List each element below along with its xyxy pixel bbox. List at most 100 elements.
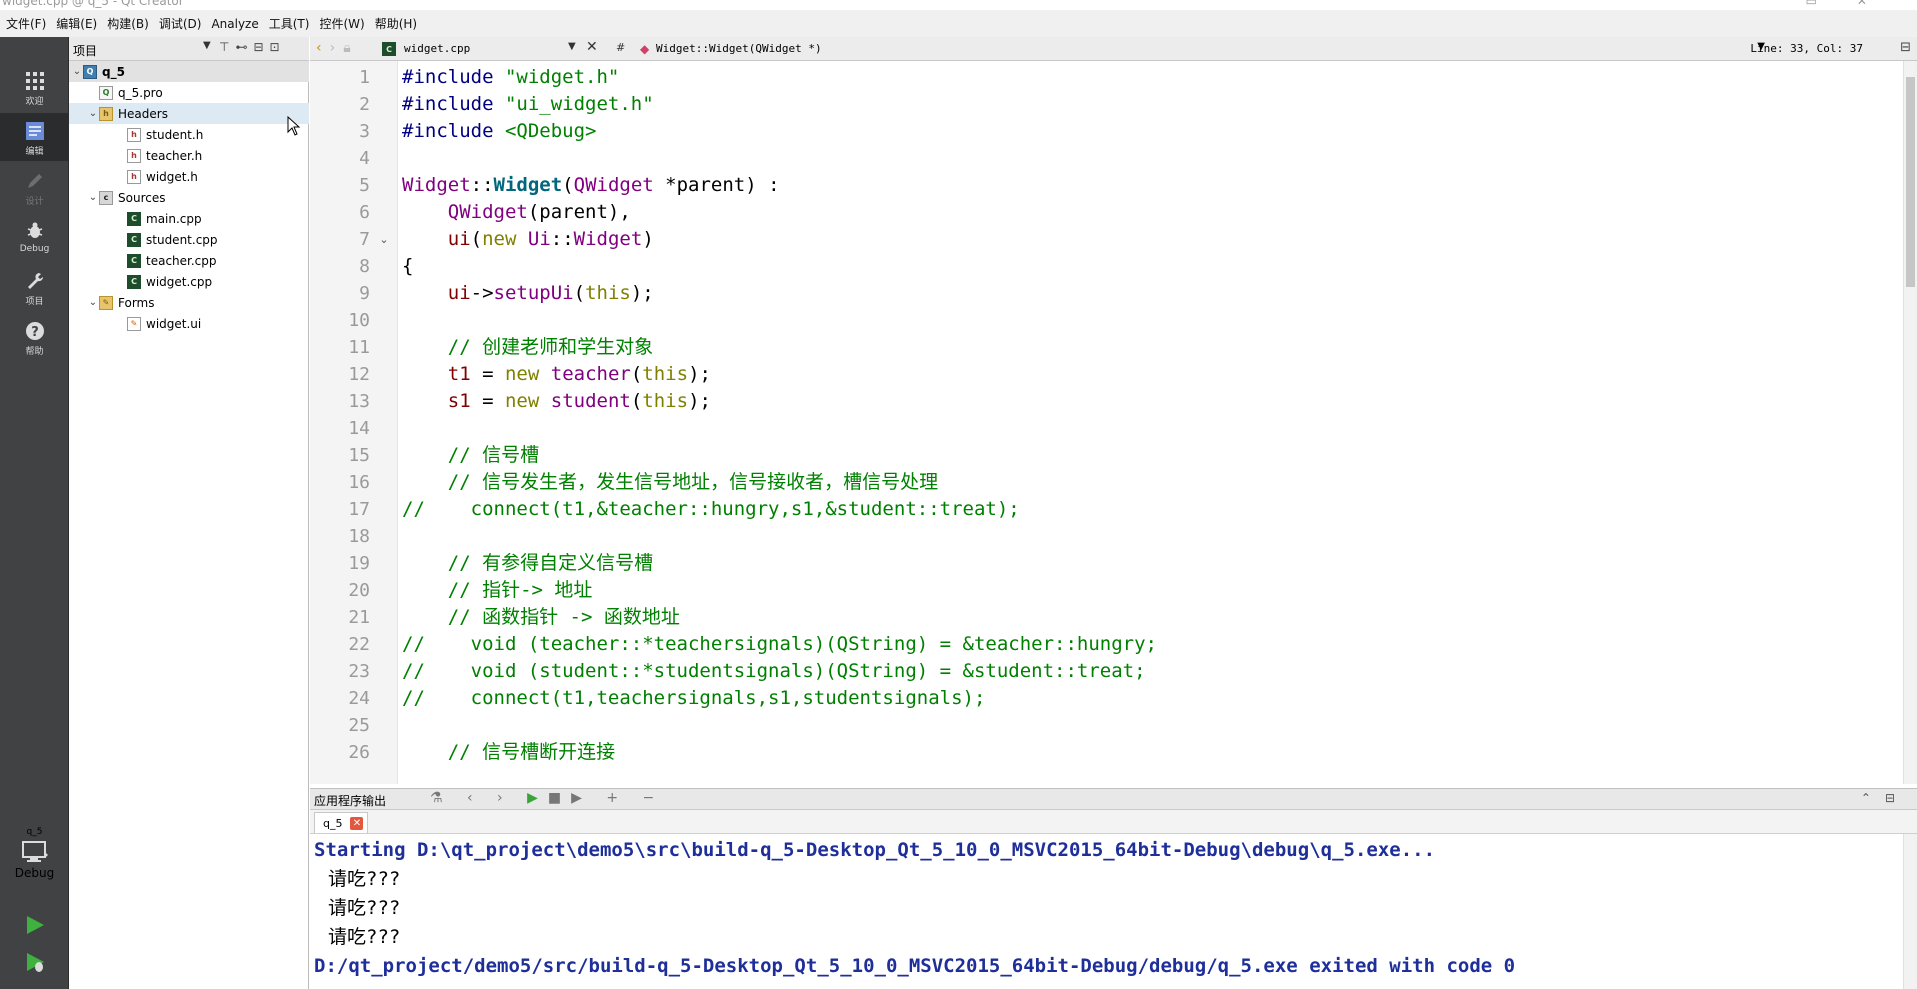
chevron-down-icon[interactable]: ⌄ xyxy=(87,192,99,203)
scrollbar-thumb[interactable] xyxy=(1906,77,1915,287)
mode-welcome[interactable]: 欢迎 xyxy=(0,63,69,111)
folder-icon: h xyxy=(99,106,113,121)
nav-back-forward-icons[interactable]: ‹›🔒︎ xyxy=(316,40,359,56)
chevron-down-icon[interactable]: ⌄ xyxy=(87,108,99,119)
kit-build-label: Debug xyxy=(14,866,55,880)
grid-icon xyxy=(22,69,48,93)
wrench-icon xyxy=(22,269,48,293)
mouse-cursor-icon xyxy=(287,115,301,139)
symbol-hash[interactable]: # xyxy=(616,41,625,54)
menu-build[interactable]: 构建(B) xyxy=(105,15,157,32)
menu-bar: 文件(F) 编辑(E) 构建(B) 调试(D) Analyze 工具(T) 控件… xyxy=(0,10,1917,37)
svg-text:?: ? xyxy=(31,325,39,340)
code-line: #include "ui_widget.h" xyxy=(402,93,654,115)
output-line: 请吃??? xyxy=(328,868,401,890)
project-panel-header: 项目 ▼ ⊤⊷⊟⊡ xyxy=(69,37,309,61)
fold-chevron-icon[interactable]: ⌄ xyxy=(376,226,392,253)
editor-toolbar: ‹›🔒︎ C widget.cpp ▼ ✕ # ◆ Widget::Widget… xyxy=(310,37,1917,61)
menu-help[interactable]: 帮助(H) xyxy=(373,15,425,32)
tree-item-main-cpp[interactable]: C main.cpp xyxy=(127,208,202,229)
mode-debug[interactable]: Debug xyxy=(0,213,69,261)
tree-item-widget-h[interactable]: h widget.h xyxy=(127,166,198,187)
line-number: 3 xyxy=(359,121,370,142)
output-line: 请吃??? xyxy=(328,897,401,919)
line-number: 20 xyxy=(348,580,370,601)
line-number: 23 xyxy=(348,661,370,682)
line-number: 17 xyxy=(348,499,370,520)
code-comment: // 创建老师和学生对象 xyxy=(402,336,654,358)
tree-item-teacher-cpp[interactable]: C teacher.cpp xyxy=(127,250,217,271)
cursor-position[interactable]: Line: 33, Col: 37 xyxy=(1750,42,1863,55)
mode-design[interactable]: 设计 xyxy=(0,163,69,211)
line-number: 25 xyxy=(348,715,370,736)
code-line: QWidget(parent), xyxy=(447,201,631,223)
code-line: ui(new Ui::Widget) xyxy=(447,228,654,250)
line-number: 9 xyxy=(359,283,370,304)
cpp-file-icon: C xyxy=(127,253,141,268)
close-document-icon[interactable]: ✕ xyxy=(586,39,598,55)
menu-debug[interactable]: 调试(D) xyxy=(157,15,210,32)
editor-scrollbar[interactable] xyxy=(1903,61,1917,784)
output-scrollbar[interactable] xyxy=(1903,834,1917,989)
run-icon xyxy=(24,914,46,939)
cpp-file-icon: C xyxy=(127,274,141,289)
tree-item-project[interactable]: ⌄ Q q_5 xyxy=(71,61,125,82)
split-view-icon[interactable]: ⊟ xyxy=(1900,40,1911,55)
chevron-down-icon[interactable]: ▼ xyxy=(568,41,576,52)
output-tab[interactable]: q_5 ✕ xyxy=(314,812,369,833)
mode-projects[interactable]: 项目 xyxy=(0,263,69,311)
application-output[interactable]: Starting D:\qt_project\demo5\src\build-q… xyxy=(310,834,1917,989)
tree-item-widget-ui[interactable]: ✎ widget.ui xyxy=(127,313,201,334)
mode-edit[interactable]: 编辑 xyxy=(0,113,69,161)
current-symbol[interactable]: Widget::Widget(QWidget *) xyxy=(656,42,822,55)
code-line: Widget::Widget(QWidget *parent) : xyxy=(402,174,780,196)
menu-analyze[interactable]: Analyze xyxy=(209,17,266,31)
function-symbol-icon: ◆ xyxy=(640,42,650,56)
pane-controls[interactable]: ⌃⊟ xyxy=(1861,791,1909,805)
output-toolbar[interactable]: ⚗ ‹ › ▶■▶ + − xyxy=(430,790,664,806)
bug-icon xyxy=(22,219,48,243)
output-pane-header: 应用程序输出 ⚗ ‹ › ▶■▶ + − ⌃⊟ xyxy=(310,788,1917,810)
chevron-down-icon[interactable]: ⌄ xyxy=(87,297,99,308)
code-line: { xyxy=(402,255,414,277)
ui-file-icon: ✎ xyxy=(127,316,141,331)
run-icon: ▶ xyxy=(527,790,548,806)
chevron-down-icon[interactable]: ▼ xyxy=(203,40,211,51)
tree-item-student-cpp[interactable]: C student.cpp xyxy=(127,229,218,250)
kit-project-label: q_5 xyxy=(26,827,43,837)
line-number: 7 xyxy=(359,229,370,250)
tree-item-headers[interactable]: ⌄ h Headers xyxy=(87,103,168,124)
tree-item-teacher-h[interactable]: h teacher.h xyxy=(127,145,202,166)
tree-item-forms[interactable]: ⌄ ✎ Forms xyxy=(87,292,154,313)
menu-file[interactable]: 文件(F) xyxy=(4,15,54,32)
run-button[interactable] xyxy=(0,914,69,939)
cpp-file-icon: C xyxy=(127,232,141,247)
project-tree: ⌄ Q q_5 Q q_5.pro ⌄ h Headers h student.… xyxy=(69,61,309,989)
menu-edit[interactable]: 编辑(E) xyxy=(54,15,105,32)
mode-help[interactable]: ? 帮助 xyxy=(0,313,69,361)
code-line: t1 = new teacher(this); xyxy=(447,363,711,385)
line-number: 2 xyxy=(359,94,370,115)
tree-item-pro-file[interactable]: Q q_5.pro xyxy=(99,82,163,103)
code-editor[interactable]: 1 2 3 4 5 6 7 ⌄ 8 9 10 11 12 13 14 15 16… xyxy=(310,61,1917,784)
chevron-down-icon[interactable]: ⌄ xyxy=(71,66,83,77)
open-file-name[interactable]: widget.cpp xyxy=(404,42,470,55)
line-number: 22 xyxy=(348,634,370,655)
line-number: 13 xyxy=(348,391,370,412)
project-panel-title: 项目 xyxy=(73,44,98,58)
code-comment: // 信号槽 xyxy=(402,444,540,466)
pencil-icon xyxy=(22,169,48,193)
tree-item-student-h[interactable]: h student.h xyxy=(127,124,203,145)
kit-selector[interactable]: q_5 Debug xyxy=(0,827,69,880)
code-comment: // 指针-> 地址 xyxy=(402,579,593,601)
line-number: 18 xyxy=(348,526,370,547)
menu-tools[interactable]: 工具(T) xyxy=(267,15,318,32)
debug-run-button[interactable] xyxy=(0,951,69,976)
output-line: D:/qt_project/demo5/src/build-q_5-Deskto… xyxy=(314,955,1516,977)
window-controls[interactable]: ▭✕ xyxy=(1806,0,1907,8)
project-panel-tools[interactable]: ⊤⊷⊟⊡ xyxy=(219,40,286,54)
tree-item-widget-cpp[interactable]: C widget.cpp xyxy=(127,271,212,292)
menu-controls[interactable]: 控件(W) xyxy=(317,15,372,32)
tree-item-sources[interactable]: ⌄ c Sources xyxy=(87,187,165,208)
close-icon[interactable]: ✕ xyxy=(350,816,364,830)
